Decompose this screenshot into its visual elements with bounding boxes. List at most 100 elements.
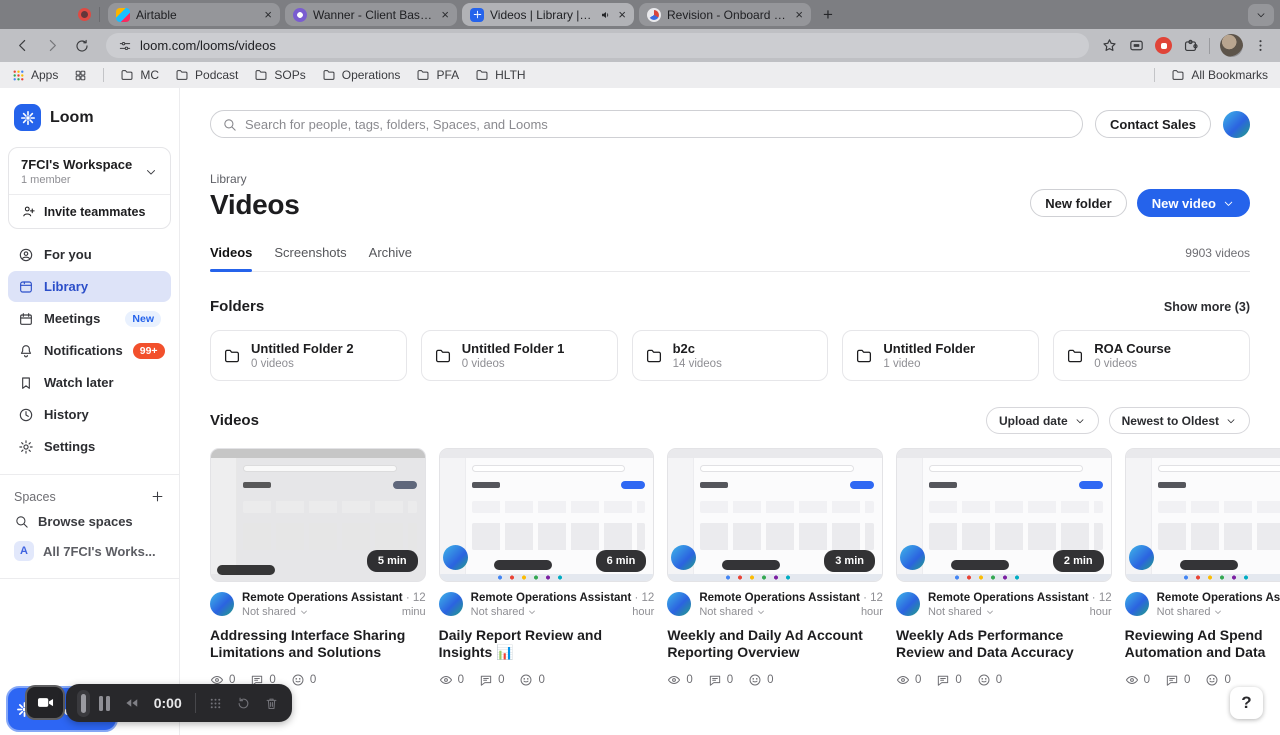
video-thumbnail[interactable]: 4 min xyxy=(1124,448,1280,582)
new-folder-button[interactable]: New folder xyxy=(1030,189,1127,217)
browser-tab-airtable[interactable]: Airtable × xyxy=(108,3,280,26)
video-thumbnail[interactable]: 2 min xyxy=(895,448,1112,582)
browser-tab-loom-active[interactable]: Videos | Library | Loom × xyxy=(462,3,634,26)
video-title[interactable]: Daily Report Review and Insights 📊 xyxy=(439,627,655,662)
video-title[interactable]: Reviewing Ad Spend Automation and Data D… xyxy=(1125,627,1280,662)
folder-card[interactable]: Untitled Folder 1 video xyxy=(842,330,1040,381)
drawing-tools-icon[interactable] xyxy=(208,696,223,711)
workspace-name: 7FCI's Workspace xyxy=(21,157,133,172)
camera-toggle-button[interactable] xyxy=(25,685,65,720)
new-video-button[interactable]: New video xyxy=(1136,189,1250,217)
close-tab-icon[interactable]: × xyxy=(264,8,272,21)
folder-card[interactable]: ROA Course 0 videos xyxy=(1053,330,1250,381)
tab-archive[interactable]: Archive xyxy=(369,245,412,271)
share-status-dropdown[interactable]: Not shared xyxy=(242,606,309,618)
folder-icon xyxy=(1068,349,1083,362)
comments-count: 0 xyxy=(726,674,734,686)
share-status-dropdown[interactable]: Not shared xyxy=(928,606,995,618)
tab-screenshots[interactable]: Screenshots xyxy=(274,245,346,271)
site-settings-icon[interactable] xyxy=(118,39,132,53)
sidebar-item-notifications[interactable]: Notifications 99+ xyxy=(8,335,171,366)
sidebar-item-for-you[interactable]: For you xyxy=(8,239,171,270)
sidebar-item-meetings[interactable]: Meetings New xyxy=(8,303,171,334)
share-status-dropdown[interactable]: Not shared xyxy=(699,606,766,618)
reload-button[interactable] xyxy=(70,34,94,58)
video-title[interactable]: Weekly and Daily Ad Account Reporting Ov… xyxy=(667,627,883,662)
bookmark-folder-operations[interactable]: Operations xyxy=(322,68,400,82)
tab-groups-icon[interactable] xyxy=(74,69,87,82)
video-duration-badge: 6 min xyxy=(595,550,647,572)
bookmark-folder-podcast[interactable]: Podcast xyxy=(175,68,238,82)
add-space-button[interactable] xyxy=(150,489,165,504)
video-title[interactable]: Weekly Ads Performance Review and Data A… xyxy=(896,627,1112,662)
extensions-puzzle-icon[interactable] xyxy=(1182,37,1199,54)
sidebar-item-library[interactable]: Library xyxy=(8,271,171,302)
video-title[interactable]: Addressing Interface Sharing Limitations… xyxy=(210,627,426,662)
video-thumbnail[interactable]: 6 min xyxy=(438,448,655,582)
back-button[interactable] xyxy=(10,34,34,58)
apps-shortcut[interactable]: Apps xyxy=(12,68,58,82)
address-bar[interactable]: loom.com/looms/videos xyxy=(106,33,1089,58)
show-more-link[interactable]: Show more (3) xyxy=(1164,300,1250,314)
loom-favicon xyxy=(470,7,484,22)
pause-icon[interactable] xyxy=(98,695,110,711)
sort-order-dropdown[interactable]: Newest to Oldest xyxy=(1108,407,1250,434)
sidebar-item-all-workspace-space[interactable]: A All 7FCI's Works... xyxy=(0,536,179,566)
share-status-dropdown[interactable]: Not shared xyxy=(471,606,538,618)
recording-control-bar[interactable]: 0:00 xyxy=(66,684,292,722)
browse-spaces-button[interactable]: Browse spaces xyxy=(0,506,179,536)
search-input[interactable] xyxy=(245,116,1072,132)
restart-recording-icon[interactable] xyxy=(236,696,251,711)
all-bookmarks-button[interactable]: All Bookmarks xyxy=(1171,68,1268,82)
browser-menu-icon[interactable] xyxy=(1253,38,1268,53)
reactions-stat: 0 xyxy=(1205,673,1231,687)
stop-recording-button[interactable] xyxy=(81,693,86,713)
browser-tab-wanner[interactable]: Wanner - Client Base: 👥 Clie × xyxy=(285,3,457,26)
sidebar-item-watch-later[interactable]: Watch later xyxy=(8,367,171,398)
share-status-dropdown[interactable]: Not shared xyxy=(1157,606,1224,618)
help-button[interactable]: ? xyxy=(1230,687,1263,719)
forward-button[interactable] xyxy=(40,34,64,58)
bookmark-folder-hlth[interactable]: HLTH xyxy=(475,68,526,82)
user-avatar[interactable] xyxy=(1223,110,1250,138)
thumb-mock-part xyxy=(1125,574,1280,581)
delete-recording-icon[interactable] xyxy=(264,696,279,711)
invite-teammates-button[interactable]: Invite teammates xyxy=(9,195,170,228)
share-status-label: Not shared xyxy=(242,606,296,618)
video-thumbnail[interactable]: 5 min xyxy=(210,448,426,582)
folder-name: Untitled Folder 2 xyxy=(251,340,354,356)
sidebar-item-history[interactable]: History xyxy=(8,399,171,430)
restart-rewind-icon[interactable] xyxy=(123,694,141,712)
sort-field-dropdown[interactable]: Upload date xyxy=(985,407,1099,434)
close-tab-icon[interactable]: × xyxy=(795,8,803,21)
folder-name: ROA Course xyxy=(1094,340,1171,356)
folder-card[interactable]: b2c 14 videos xyxy=(631,330,829,381)
tab-media-icon[interactable] xyxy=(1128,37,1145,54)
global-search[interactable] xyxy=(210,110,1084,138)
tab-audio-icon[interactable] xyxy=(600,9,612,21)
sort-field-label: Upload date xyxy=(998,413,1068,428)
loom-brand[interactable]: Loom xyxy=(0,100,179,141)
tab-search-chevron-button[interactable] xyxy=(1248,3,1274,26)
new-tab-button[interactable]: + xyxy=(816,3,840,27)
close-tab-icon[interactable]: × xyxy=(618,8,626,21)
contact-sales-button[interactable]: Contact Sales xyxy=(1095,110,1211,138)
thumb-mock-part xyxy=(700,501,874,513)
clock-icon xyxy=(18,407,34,423)
folder-card[interactable]: Untitled Folder 1 0 videos xyxy=(420,330,618,381)
extension-record-button[interactable] xyxy=(1155,37,1172,54)
sidebar-item-settings[interactable]: Settings xyxy=(8,431,171,462)
folder-card[interactable]: Untitled Folder 2 0 videos xyxy=(210,330,407,381)
tab-videos[interactable]: Videos xyxy=(210,245,253,272)
bookmark-folder-pfa[interactable]: PFA xyxy=(416,68,459,82)
close-tab-icon[interactable]: × xyxy=(441,8,449,21)
bookmark-star-icon[interactable] xyxy=(1101,37,1118,54)
video-thumbnail[interactable]: 3 min xyxy=(667,448,883,582)
workspace-switcher[interactable]: 7FCI's Workspace 1 member xyxy=(9,148,170,195)
browser-profile-avatar[interactable] xyxy=(1220,34,1243,57)
bookmark-folder-sops[interactable]: SOPs xyxy=(254,68,306,82)
videos-heading: Videos xyxy=(210,412,259,429)
thumb-mock-part xyxy=(243,501,417,513)
browser-tab-revision[interactable]: Revision - Onboard Coaches × xyxy=(639,3,811,26)
bookmark-folder-mc[interactable]: MC xyxy=(120,68,159,82)
